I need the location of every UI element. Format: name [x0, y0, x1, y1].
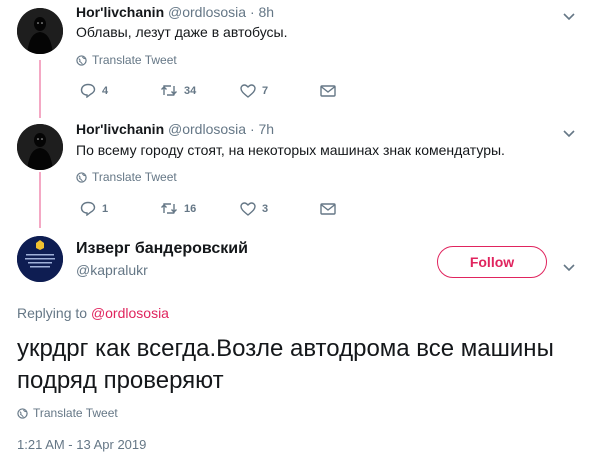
tweet-text: По всему городу стоят, на некоторых маши…: [76, 142, 505, 158]
translate-tweet[interactable]: Translate Tweet: [17, 406, 118, 420]
retweet-icon: [161, 85, 177, 96]
envelope-icon: [320, 84, 336, 97]
thread-line: [39, 172, 41, 228]
tweet-actions: 1 16 3: [80, 201, 336, 216]
reply-icon: [80, 201, 96, 216]
retweet-count: 34: [184, 84, 197, 97]
avatar[interactable]: [17, 236, 63, 282]
translate-tweet[interactable]: Translate Tweet: [76, 53, 177, 67]
tweet-text: укрдрг как всегда.Возле автодрома все ма…: [17, 335, 554, 394]
avatar[interactable]: [17, 124, 63, 170]
retweet-icon: [161, 203, 177, 214]
follow-button[interactable]: Follow: [437, 246, 547, 278]
reply-button[interactable]: 1: [80, 201, 160, 216]
thread-line: [39, 60, 41, 118]
tweet-timestamp[interactable]: 1:21 AM - 13 Apr 2019: [17, 437, 146, 452]
translate-tweet[interactable]: Translate Tweet: [76, 170, 177, 184]
tweet-header: Hor'livchanin @ordlososia · 7h: [76, 121, 274, 137]
heart-icon: [240, 83, 256, 98]
handle[interactable]: @kapralukr: [76, 262, 148, 278]
timestamp[interactable]: · 7h: [250, 121, 274, 137]
translate-label: Translate Tweet: [92, 53, 177, 67]
reply-button[interactable]: 4: [80, 83, 160, 98]
like-count: 3: [262, 202, 269, 215]
retweet-button[interactable]: 34: [160, 84, 240, 97]
replying-to-link[interactable]: @ordlososia: [91, 305, 169, 321]
handle[interactable]: @ordlososia: [168, 121, 246, 137]
globe-icon: [76, 54, 87, 66]
retweet-button[interactable]: 16: [160, 202, 240, 215]
tweet-header: Hor'livchanin @ordlososia · 8h: [76, 4, 274, 20]
heart-icon: [240, 201, 256, 216]
display-name[interactable]: Изверг бандеровский: [76, 240, 248, 258]
reply-count: 4: [102, 84, 109, 97]
replying-prefix: Replying to: [17, 305, 88, 321]
translate-label: Translate Tweet: [92, 170, 177, 184]
message-button[interactable]: [320, 202, 336, 215]
chevron-down-icon[interactable]: [563, 8, 575, 26]
handle[interactable]: @ordlososia: [168, 4, 246, 20]
tweet-text: Облавы, лезут даже в автобусы.: [76, 24, 288, 40]
like-button[interactable]: 3: [240, 201, 320, 216]
translate-label: Translate Tweet: [33, 406, 118, 420]
display-name[interactable]: Hor'livchanin: [76, 4, 164, 20]
envelope-icon: [320, 202, 336, 215]
reply-count: 1: [102, 202, 109, 215]
like-count: 7: [262, 84, 269, 97]
avatar[interactable]: [17, 8, 63, 54]
like-button[interactable]: 7: [240, 83, 320, 98]
globe-icon: [17, 407, 28, 419]
tweet-actions: 4 34 7: [80, 83, 336, 98]
replying-to: Replying to @ordlososia: [17, 305, 169, 321]
reply-icon: [80, 83, 96, 98]
chevron-down-icon[interactable]: [563, 259, 575, 277]
globe-icon: [76, 171, 87, 183]
retweet-count: 16: [184, 202, 197, 215]
display-name[interactable]: Hor'livchanin: [76, 121, 164, 137]
timestamp[interactable]: · 8h: [250, 4, 274, 20]
chevron-down-icon[interactable]: [563, 125, 575, 143]
message-button[interactable]: [320, 84, 336, 97]
